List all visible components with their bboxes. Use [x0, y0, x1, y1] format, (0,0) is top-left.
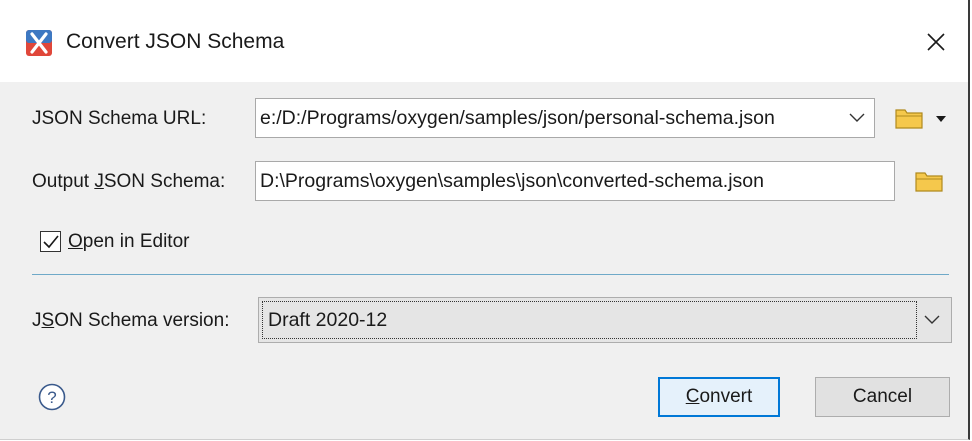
- schema-url-combo[interactable]: e:/D:/Programs/oxygen/samples/json/perso…: [255, 98, 875, 138]
- convert-button-label: Convert: [685, 386, 753, 407]
- chevron-down-icon: [924, 315, 940, 324]
- schema-url-label: JSON Schema URL:: [32, 108, 207, 129]
- output-schema-field[interactable]: D:\Programs\oxygen\samples\json\converte…: [255, 161, 895, 201]
- chevron-down-icon: [849, 113, 865, 122]
- title-bar: Convert JSON Schema: [0, 0, 968, 82]
- open-in-editor-checkbox[interactable]: [40, 231, 61, 252]
- close-icon: [927, 33, 945, 51]
- schema-version-label: JSON Schema version:: [32, 310, 230, 331]
- check-icon: [42, 234, 59, 248]
- schema-url-value: e:/D:/Programs/oxygen/samples/json/perso…: [260, 107, 775, 129]
- convert-json-schema-dialog: Convert JSON Schema JSON Schema URL: e:/…: [0, 0, 970, 440]
- schema-version-value: Draft 2020-12: [262, 301, 917, 339]
- separator-line: [32, 274, 949, 275]
- output-schema-value: D:\Programs\oxygen\samples\json\converte…: [260, 170, 764, 192]
- oxygen-x-icon: [26, 30, 52, 56]
- output-folder-icon[interactable]: [915, 169, 943, 193]
- schema-version-select[interactable]: Draft 2020-12: [258, 297, 952, 343]
- cancel-button[interactable]: Cancel: [815, 377, 950, 417]
- convert-button[interactable]: Convert: [658, 377, 780, 417]
- dialog-title: Convert JSON Schema: [66, 30, 285, 53]
- svg-text:?: ?: [47, 388, 56, 407]
- cancel-button-label: Cancel: [852, 386, 913, 407]
- schema-url-dropdown-arrow[interactable]: [840, 99, 874, 137]
- close-button[interactable]: [916, 22, 956, 62]
- schema-version-dropdown-arrow[interactable]: [917, 302, 947, 338]
- browse-folder-icon[interactable]: [895, 106, 923, 130]
- output-schema-label: Output JSON Schema:: [32, 171, 226, 192]
- open-in-editor-label[interactable]: Open in Editor: [68, 231, 189, 253]
- help-icon[interactable]: ?: [38, 383, 66, 411]
- browse-options-triangle-icon[interactable]: [935, 115, 947, 123]
